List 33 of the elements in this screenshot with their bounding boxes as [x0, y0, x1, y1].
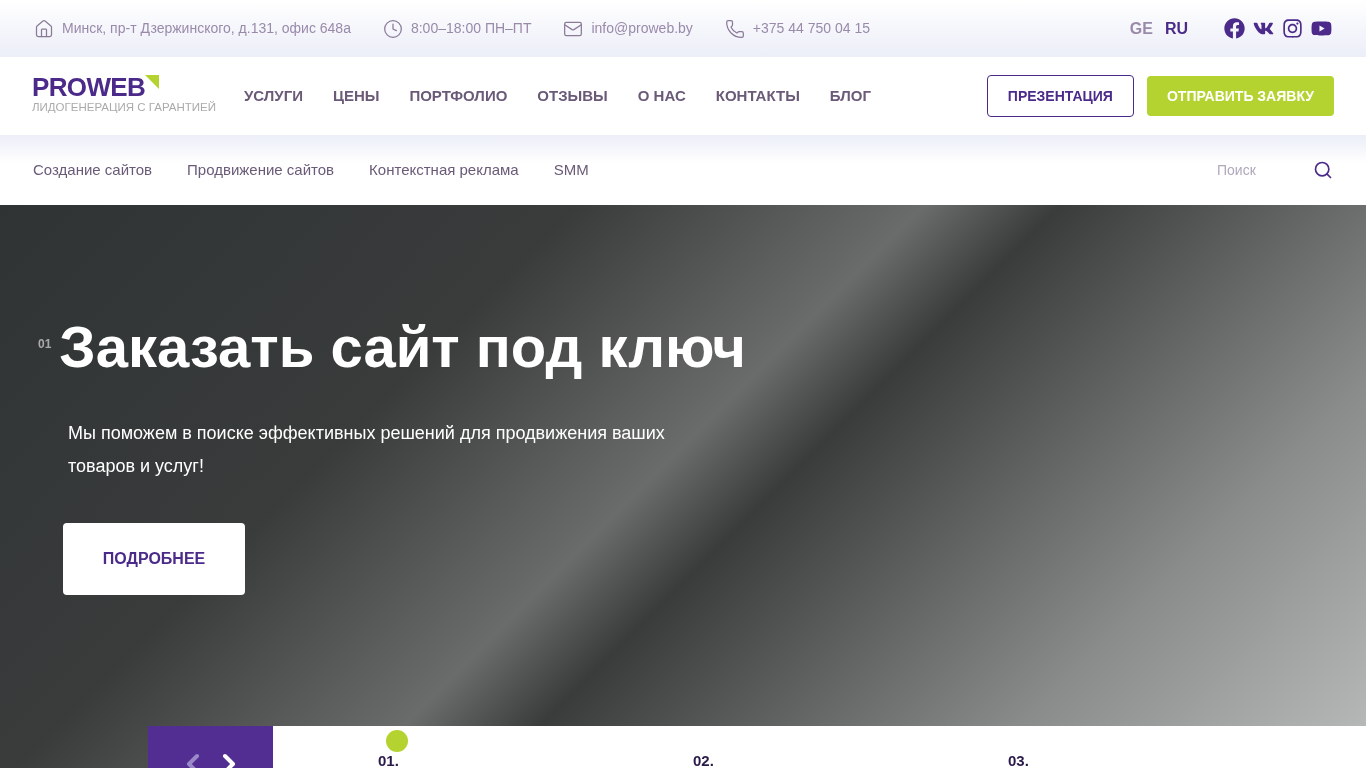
slider-tab[interactable]: 03.	[1008, 754, 1029, 768]
logo-tagline: ЛИДОГЕНЕРАЦИЯ С ГАРАНТИЕЙ	[32, 100, 217, 116]
nav-link[interactable]: ПОРТФОЛИО	[409, 84, 508, 108]
phone-icon	[724, 18, 745, 39]
nav-link[interactable]: БЛОГ	[829, 84, 871, 108]
address-text: Минск, пр-т Дзержинского, д.131, офис 648а	[62, 19, 351, 38]
search-icon[interactable]	[1313, 160, 1333, 180]
nav-link[interactable]: КОНТАКТЫ	[715, 84, 800, 108]
nav-link[interactable]: ЦЕНЫ	[332, 84, 380, 108]
hours-text: 8:00–18:00 ПН–ПТ	[410, 19, 532, 38]
language-link[interactable]: RU	[1164, 16, 1188, 41]
subnav-link[interactable]: Контекстная реклама	[369, 158, 519, 182]
nav-link[interactable]: ОТЗЫВЫ	[537, 84, 608, 108]
slide-number: 01	[38, 336, 52, 353]
logo-text[interactable]: PROWEB	[32, 75, 146, 100]
search-field[interactable]: Поиск	[1217, 159, 1297, 181]
presentation-button[interactable]: ПРЕЗЕНТАЦИЯ	[986, 75, 1134, 117]
slider-arrows[interactable]	[148, 726, 273, 768]
details-button[interactable]: ПОДРОБНЕЕ	[63, 523, 245, 595]
nav-link[interactable]: О НАС	[637, 84, 686, 108]
nav-link[interactable]: УСЛУГИ	[244, 84, 303, 108]
slider-tab[interactable]: 01.	[378, 754, 399, 768]
hero-title: Заказать сайт под ключ	[59, 315, 747, 379]
camera-icon[interactable]	[1282, 18, 1303, 39]
clock-icon	[382, 18, 403, 39]
slider-tab[interactable]: 02.	[693, 754, 714, 768]
home-icon	[34, 18, 54, 39]
logo-triangle-icon	[145, 75, 160, 90]
subnav-link[interactable]: Продвижение сайтов	[187, 158, 335, 182]
hero-text: Мы поможем в поиске эффективных решений для продвижения ваших товаров и услуг!	[68, 422, 666, 478]
subnav-link[interactable]: Создание сайтов	[33, 158, 153, 182]
subnav-link[interactable]: SMM	[553, 158, 589, 182]
facebook-logo-icon[interactable]	[1224, 18, 1245, 39]
